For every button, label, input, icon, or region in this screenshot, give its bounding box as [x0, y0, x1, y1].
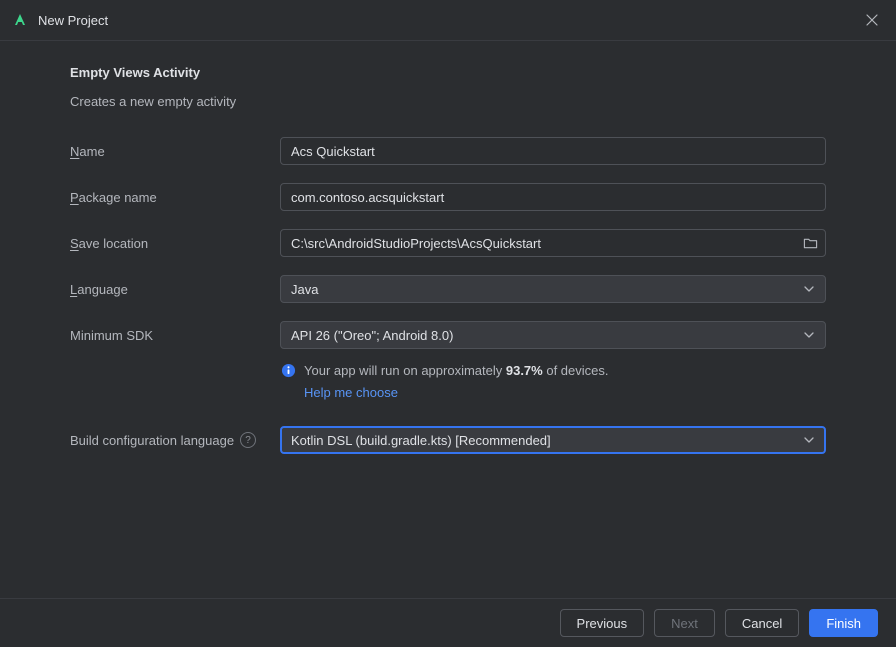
build-config-select[interactable]: Kotlin DSL (build.gradle.kts) [Recommend…	[280, 426, 826, 454]
min-sdk-select-value: API 26 ("Oreo"; Android 8.0)	[291, 328, 453, 343]
language-select-value: Java	[291, 282, 318, 297]
section-description: Creates a new empty activity	[70, 94, 826, 109]
info-icon	[280, 362, 296, 378]
min-sdk-select[interactable]: API 26 ("Oreo"; Android 8.0)	[280, 321, 826, 349]
save-location-input[interactable]	[280, 229, 826, 257]
min-sdk-info-text: Your app will run on approximately 93.7%…	[304, 361, 609, 402]
cancel-button[interactable]: Cancel	[725, 609, 799, 637]
row-save-location: Save location	[70, 229, 826, 257]
label-min-sdk: Minimum SDK	[70, 328, 280, 343]
window-title: New Project	[38, 13, 108, 28]
label-save-location: Save location	[70, 236, 280, 251]
row-build-config: Build configuration language ? Kotlin DS…	[70, 426, 826, 454]
folder-icon	[803, 236, 818, 251]
close-button[interactable]	[860, 8, 884, 32]
row-language: Language Java	[70, 275, 826, 303]
browse-folder-button[interactable]	[802, 235, 818, 251]
row-min-sdk: Minimum SDK API 26 ("Oreo"; Android 8.0)	[70, 321, 826, 349]
chevron-down-icon	[803, 329, 815, 341]
next-button: Next	[654, 609, 715, 637]
close-icon	[866, 14, 878, 26]
chevron-down-icon	[803, 283, 815, 295]
label-package-name: Package name	[70, 190, 280, 205]
finish-button[interactable]: Finish	[809, 609, 878, 637]
help-me-choose-link[interactable]: Help me choose	[304, 383, 398, 403]
titlebar: New Project	[0, 0, 896, 41]
label-language: Language	[70, 282, 280, 297]
row-name: Name	[70, 137, 826, 165]
footer: Previous Next Cancel Finish	[0, 598, 896, 647]
build-config-select-value: Kotlin DSL (build.gradle.kts) [Recommend…	[291, 433, 551, 448]
label-build-config: Build configuration language ?	[70, 432, 280, 448]
min-sdk-info: Your app will run on approximately 93.7%…	[280, 361, 826, 402]
chevron-down-icon	[803, 434, 815, 446]
package-name-input[interactable]	[280, 183, 826, 211]
language-select[interactable]: Java	[280, 275, 826, 303]
label-name: Name	[70, 144, 280, 159]
section-title: Empty Views Activity	[70, 65, 826, 80]
android-studio-icon	[12, 12, 28, 28]
previous-button[interactable]: Previous	[560, 609, 645, 637]
content-area: Empty Views Activity Creates a new empty…	[0, 41, 896, 454]
name-input[interactable]	[280, 137, 826, 165]
row-package-name: Package name	[70, 183, 826, 211]
help-icon[interactable]: ?	[240, 432, 256, 448]
